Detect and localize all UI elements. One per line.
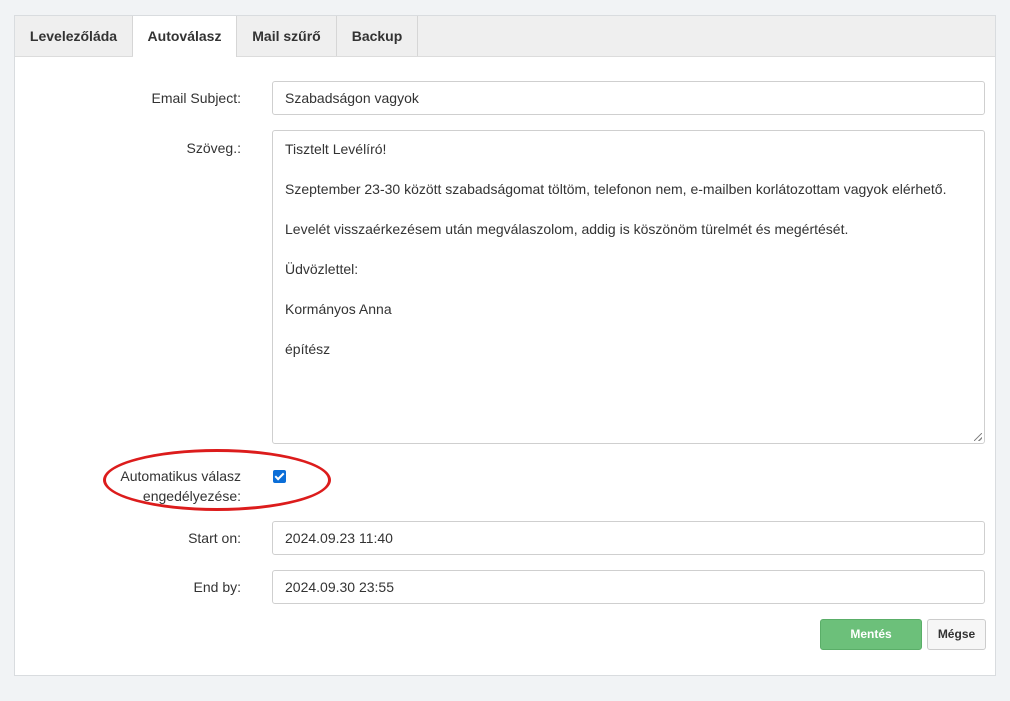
subject-label: Email Subject: bbox=[151, 90, 241, 106]
resize-grip-icon[interactable] bbox=[974, 433, 982, 441]
body-line: Szeptember 23-30 között szabadságomat tö… bbox=[285, 181, 947, 197]
tab-backup[interactable]: Backup bbox=[337, 16, 418, 56]
body-line: Tisztelt Levélíró! bbox=[285, 141, 387, 157]
tab-autoreply[interactable]: Autoválasz bbox=[133, 16, 237, 57]
tab-mailbox[interactable]: Levelezőláda bbox=[15, 16, 133, 56]
start-label: Start on: bbox=[188, 530, 241, 546]
cancel-button[interactable]: Mégse bbox=[927, 619, 986, 650]
body-line: építész bbox=[285, 341, 331, 357]
tab-mail-filter[interactable]: Mail szűrő bbox=[237, 16, 337, 56]
body-textarea[interactable]: Tisztelt Levélíró! Szeptember 23-30 közö… bbox=[272, 130, 985, 444]
body-line: Kormányos Anna bbox=[285, 301, 392, 317]
red-highlight-circle bbox=[103, 449, 331, 511]
save-button[interactable]: Mentés bbox=[820, 619, 922, 650]
body-line: Levelét visszaérkezésem után megválaszol… bbox=[285, 221, 849, 237]
tab-bar: Levelezőláda Autoválasz Mail szűrő Backu… bbox=[15, 16, 995, 57]
body-line: Üdvözlettel: bbox=[285, 261, 359, 277]
start-date-input[interactable]: 2024.09.23 11:40 bbox=[272, 521, 985, 555]
autoreply-panel: Levelezőláda Autoválasz Mail szűrő Backu… bbox=[14, 15, 996, 676]
end-date-input[interactable]: 2024.09.30 23:55 bbox=[272, 570, 985, 604]
body-label: Szöveg.: bbox=[186, 140, 241, 156]
end-label: End by: bbox=[193, 579, 241, 595]
subject-input[interactable]: Szabadságon vagyok bbox=[272, 81, 985, 115]
